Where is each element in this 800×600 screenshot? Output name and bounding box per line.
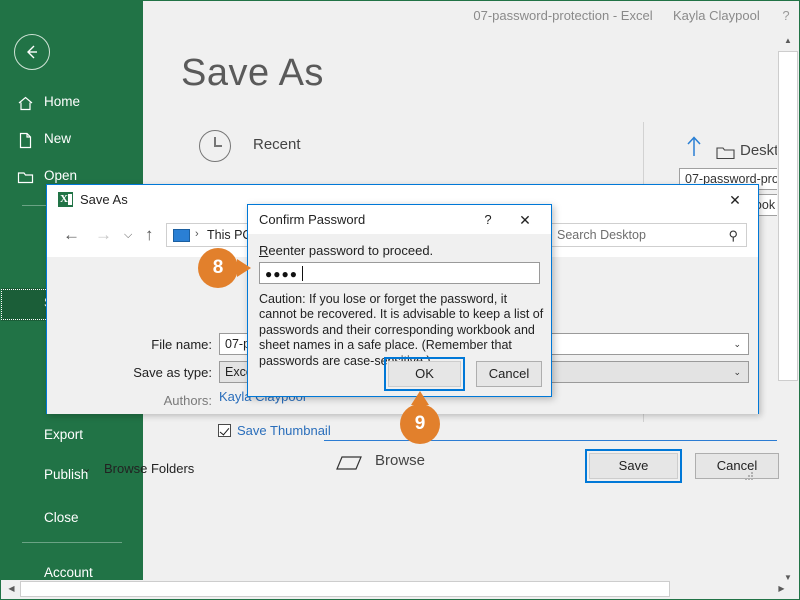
confirm-password-dialog: Confirm Password ? ✕ Reenter password to… <box>247 204 552 397</box>
callout-badge-9: 9 <box>400 391 440 444</box>
browse-label: Browse <box>375 452 426 469</box>
sidebar-label: Export <box>44 427 84 442</box>
open-folder-icon <box>17 169 34 186</box>
chevron-down-icon: ⌄ <box>82 463 92 475</box>
cancel-button[interactable]: Cancel <box>695 453 779 479</box>
folder-icon <box>716 145 735 165</box>
breadcrumb-separator: › <box>195 228 199 240</box>
scroll-right-arrow-icon[interactable]: ▶ <box>773 581 790 597</box>
help-button[interactable]: ? <box>771 4 800 28</box>
place-label: Recent <box>253 136 301 153</box>
password-value: ●●●● <box>265 267 298 281</box>
save-as-dialog-title: Save As <box>80 192 128 207</box>
confirm-password-title: Confirm Password <box>259 212 366 227</box>
sidebar-label: Home <box>44 94 81 109</box>
up-arrow-icon[interactable] <box>684 134 704 163</box>
place-recent[interactable]: Recent <box>181 122 511 172</box>
folder-icon <box>334 453 364 478</box>
sidebar-item-close[interactable]: Close <box>0 503 143 536</box>
sidebar-divider-2 <box>22 542 122 543</box>
nav-forward-button[interactable]: → <box>95 225 112 245</box>
nav-back-button[interactable]: ← <box>63 225 80 245</box>
confirm-password-title-bar: Confirm Password ? ✕ <box>248 205 551 234</box>
callout-pointer <box>411 391 429 405</box>
callout-pointer <box>237 259 251 277</box>
nav-recent-dropdown[interactable]: ⌵ <box>124 229 132 242</box>
vertical-scroll-thumb[interactable] <box>778 51 798 381</box>
new-document-icon <box>17 132 34 149</box>
save-as-type-label: Save as type: <box>133 365 212 380</box>
sidebar-item-export[interactable]: Export <box>0 420 143 453</box>
horizontal-scroll-thumb[interactable] <box>20 581 670 597</box>
search-input[interactable]: Search Desktop ⚲ <box>549 223 747 247</box>
checkbox-checked-icon <box>218 424 231 437</box>
browse-place[interactable]: Browse <box>324 440 624 484</box>
sidebar-label: New <box>44 131 72 146</box>
search-icon: ⚲ <box>728 228 738 243</box>
cancel-button[interactable]: Cancel <box>476 361 542 387</box>
chevron-down-icon[interactable]: ⌄ <box>733 339 741 350</box>
text-caret <box>302 266 303 281</box>
help-button[interactable]: ? <box>478 210 498 230</box>
save-thumbnail-label: Save Thumbnail <box>237 423 331 438</box>
chevron-down-icon[interactable]: ⌄ <box>733 367 741 378</box>
close-button[interactable]: ✕ <box>514 210 536 230</box>
excel-icon: X <box>58 192 73 207</box>
file-name-label: File name: <box>151 337 212 352</box>
clock-icon <box>199 130 231 162</box>
sidebar-label: Close <box>44 510 79 525</box>
save-button[interactable]: Save <box>589 453 678 479</box>
page-title: Save As <box>181 52 324 94</box>
browse-folders-label: Browse Folders <box>104 461 195 476</box>
back-arrow-icon[interactable] <box>14 34 50 70</box>
save-thumbnail-checkbox[interactable]: Save Thumbnail <box>218 423 331 438</box>
authors-label: Authors: <box>163 393 212 408</box>
browse-folders-toggle[interactable]: ⌄ Browse Folders <box>82 461 195 476</box>
scroll-up-arrow-icon[interactable]: ▲ <box>778 32 798 50</box>
horizontal-scrollbar[interactable]: ◀ ▶ <box>1 580 799 599</box>
prompt-accelerator: R <box>259 243 269 258</box>
places-list: Recent <box>181 122 511 172</box>
callout-number: 8 <box>212 257 224 278</box>
save-as-close-button[interactable]: ✕ <box>723 190 747 210</box>
title-bar: 07-password-protection - Excel Kayla Cla… <box>143 0 800 32</box>
sidebar-label: Open <box>44 168 78 183</box>
document-title: 07-password-protection - Excel <box>473 8 653 23</box>
search-placeholder: Search Desktop <box>557 228 646 242</box>
prompt-text: eenter password to proceed. <box>268 243 434 258</box>
callout-number: 9 <box>414 413 426 434</box>
sidebar-item-home[interactable]: Home <box>0 87 143 120</box>
ok-button[interactable]: OK <box>388 361 461 387</box>
account-user-name: Kayla Claypool <box>673 8 760 23</box>
sidebar-label: Account <box>44 565 93 580</box>
this-pc-icon <box>173 229 190 242</box>
callout-badge-8: 8 <box>198 248 251 288</box>
resize-grip[interactable] <box>745 472 754 481</box>
vertical-scrollbar[interactable]: ▲ ▼ <box>777 32 799 587</box>
password-input[interactable]: ●●●● <box>259 262 540 284</box>
sidebar-item-new[interactable]: New <box>0 124 143 157</box>
breadcrumb-this-pc[interactable]: This PC <box>207 228 251 242</box>
home-icon <box>17 95 34 112</box>
password-prompt-label: Reenter password to proceed. <box>259 243 433 258</box>
scroll-left-arrow-icon[interactable]: ◀ <box>3 581 20 597</box>
nav-up-button[interactable]: ↑ <box>145 225 154 245</box>
